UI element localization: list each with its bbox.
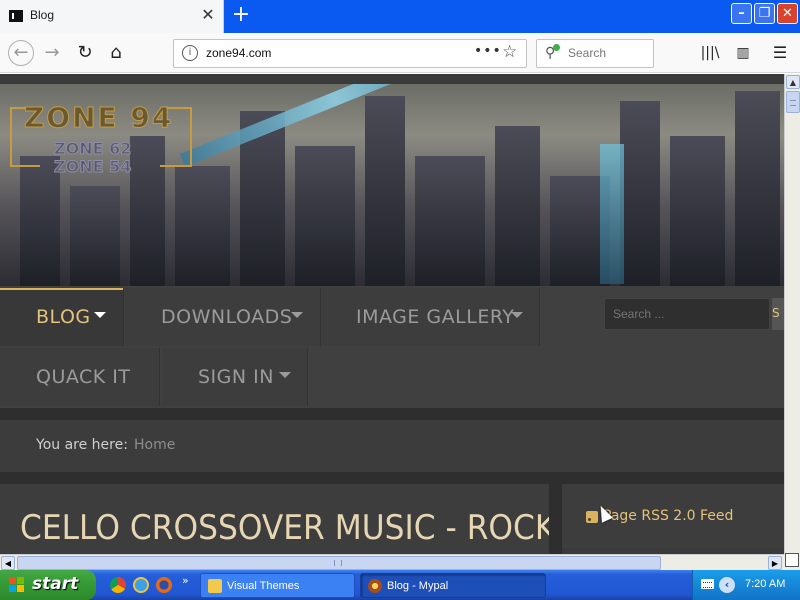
chevron-down-icon [279, 372, 291, 378]
folder-icon [208, 579, 222, 593]
site-logo[interactable]: ZONE 94 ZONE 62 ZONE 54 [10, 99, 194, 189]
article-title[interactable]: CELLO CROSSOVER MUSIC - ROCK [20, 508, 555, 548]
chevron-down-icon [511, 312, 523, 318]
search-engine-icon: ⚲ [545, 44, 561, 61]
divider [0, 408, 784, 420]
browser-toolbar: ← → ↻ ⌂ i zone94.com ••• ☆ ⚲ Search |||\… [0, 33, 800, 73]
mypal-browser-icon [368, 579, 382, 593]
browser-search-placeholder[interactable]: Search [568, 46, 606, 60]
site-nav: BLOG DOWNLOADS IMAGE GALLERY S QUACK IT … [0, 286, 784, 408]
clock[interactable]: 7:20 AM [745, 578, 785, 590]
article-area: CELLO CROSSOVER MUSIC - ROCK [0, 484, 555, 554]
keyboard-icon[interactable] [701, 579, 714, 589]
taskbar-item-blog-mypal[interactable]: Blog - Mypal [360, 573, 546, 598]
rss-feed-link[interactable]: Page RSS 2.0 Feed [603, 508, 733, 524]
start-label: start [32, 574, 79, 594]
window-close-button[interactable]: ✕ [777, 3, 798, 24]
breadcrumb-home-link[interactable]: Home [134, 437, 175, 453]
nav-item-image-gallery[interactable]: IMAGE GALLERY [322, 288, 540, 346]
new-tab-button[interactable]: + [230, 4, 252, 26]
nav-item-quack-it[interactable]: QUACK IT [0, 348, 160, 406]
vertical-scroll-thumb[interactable] [786, 91, 800, 113]
browser-tab[interactable]: Blog ✕ [0, 0, 224, 33]
logo-sub-text: ZONE 62 [53, 139, 132, 159]
chevron-down-icon [94, 312, 106, 318]
site-search-button[interactable]: S [772, 298, 784, 330]
library-icon[interactable]: |||\ [698, 41, 722, 65]
browser-search-box[interactable]: ⚲ Search [536, 39, 654, 68]
firefox-icon[interactable] [156, 577, 172, 593]
banner-building [295, 146, 355, 286]
horizontal-scroll-thumb[interactable] [17, 556, 661, 570]
system-tray: ‹ 7:20 AM [692, 570, 800, 600]
logo-main-text: ZONE 94 [23, 101, 174, 135]
nav-label: DOWNLOADS [161, 306, 293, 328]
tab-title: Blog [30, 8, 55, 22]
task-label: Visual Themes [227, 580, 300, 592]
internet-explorer-icon[interactable] [133, 577, 149, 593]
nav-label: QUACK IT [36, 366, 131, 388]
windows-logo-icon [9, 577, 25, 593]
taskbar: start » Visual Themes Blog - Mypal ‹ 7:2… [0, 570, 800, 600]
home-button[interactable]: ⌂ [104, 41, 128, 65]
nav-label: BLOG [36, 306, 91, 328]
nav-item-downloads[interactable]: DOWNLOADS [125, 288, 321, 346]
start-button[interactable]: start [0, 570, 96, 600]
scroll-up-arrow-icon[interactable]: ▲ [786, 75, 800, 89]
page-actions-icon[interactable]: ••• [474, 43, 502, 59]
nav-label: IMAGE GALLERY [356, 306, 515, 328]
scroll-left-arrow-icon[interactable]: ◀ [1, 556, 15, 570]
vertical-scrollbar[interactable]: ▲ [784, 74, 800, 554]
back-button[interactable]: ← [8, 40, 34, 66]
browser-tabstrip: Blog ✕ + – ❐ ✕ [0, 0, 800, 33]
banner-building [620, 101, 660, 286]
taskbar-item-visual-themes[interactable]: Visual Themes [200, 573, 355, 598]
forward-button[interactable]: → [40, 41, 64, 65]
divider [549, 484, 562, 554]
resize-box [785, 553, 799, 567]
banner-building [70, 186, 120, 286]
horizontal-scrollbar[interactable]: ◀ ▶ [0, 554, 784, 570]
site-info-icon[interactable]: i [182, 45, 198, 61]
address-bar[interactable]: i zone94.com ••• ☆ [173, 39, 527, 68]
rss-feed-box: Page RSS 2.0 Feed [562, 484, 784, 548]
minimize-button[interactable]: – [731, 3, 752, 24]
banner-light-beam [600, 144, 624, 284]
banner-building [735, 91, 780, 286]
scroll-right-arrow-icon[interactable]: ▶ [768, 556, 782, 570]
rss-icon [586, 511, 598, 523]
chevron-down-icon [291, 312, 303, 318]
site-search-input[interactable] [604, 298, 770, 330]
divider [0, 472, 784, 484]
chrome-icon[interactable] [110, 577, 126, 593]
banner-building [670, 136, 725, 286]
header-banner: ZONE 94 ZONE 62 ZONE 54 [0, 84, 784, 286]
maximize-button[interactable]: ❐ [754, 3, 775, 24]
breadcrumb-label: You are here: [36, 437, 128, 453]
sidebar-toggle-icon[interactable]: ▥ [731, 41, 755, 65]
show-hidden-icons-icon[interactable]: ‹ [719, 577, 735, 593]
close-tab-icon[interactable]: ✕ [200, 6, 216, 24]
nav-item-sign-in[interactable]: SIGN IN [162, 348, 308, 406]
hamburger-menu-icon[interactable]: ☰ [768, 41, 792, 65]
banner-building [415, 156, 485, 286]
banner-building [495, 126, 540, 286]
logo-sub-text: ZONE 54 [53, 157, 132, 177]
nav-item-blog[interactable]: BLOG [0, 288, 124, 346]
quicklaunch-more-icon[interactable]: » [182, 574, 189, 587]
url-text[interactable]: zone94.com [206, 46, 271, 60]
bookmark-star-icon[interactable]: ☆ [502, 42, 517, 62]
reload-button[interactable]: ↻ [73, 41, 97, 65]
task-label: Blog - Mypal [387, 580, 449, 592]
breadcrumb: You are here: Home [0, 420, 784, 472]
nav-label: SIGN IN [198, 366, 274, 388]
page-viewport: ZONE 94 ZONE 62 ZONE 54 BLOG DOWNLOADS I… [0, 74, 784, 554]
banner-building [365, 96, 405, 286]
site-favicon-icon [9, 10, 23, 22]
